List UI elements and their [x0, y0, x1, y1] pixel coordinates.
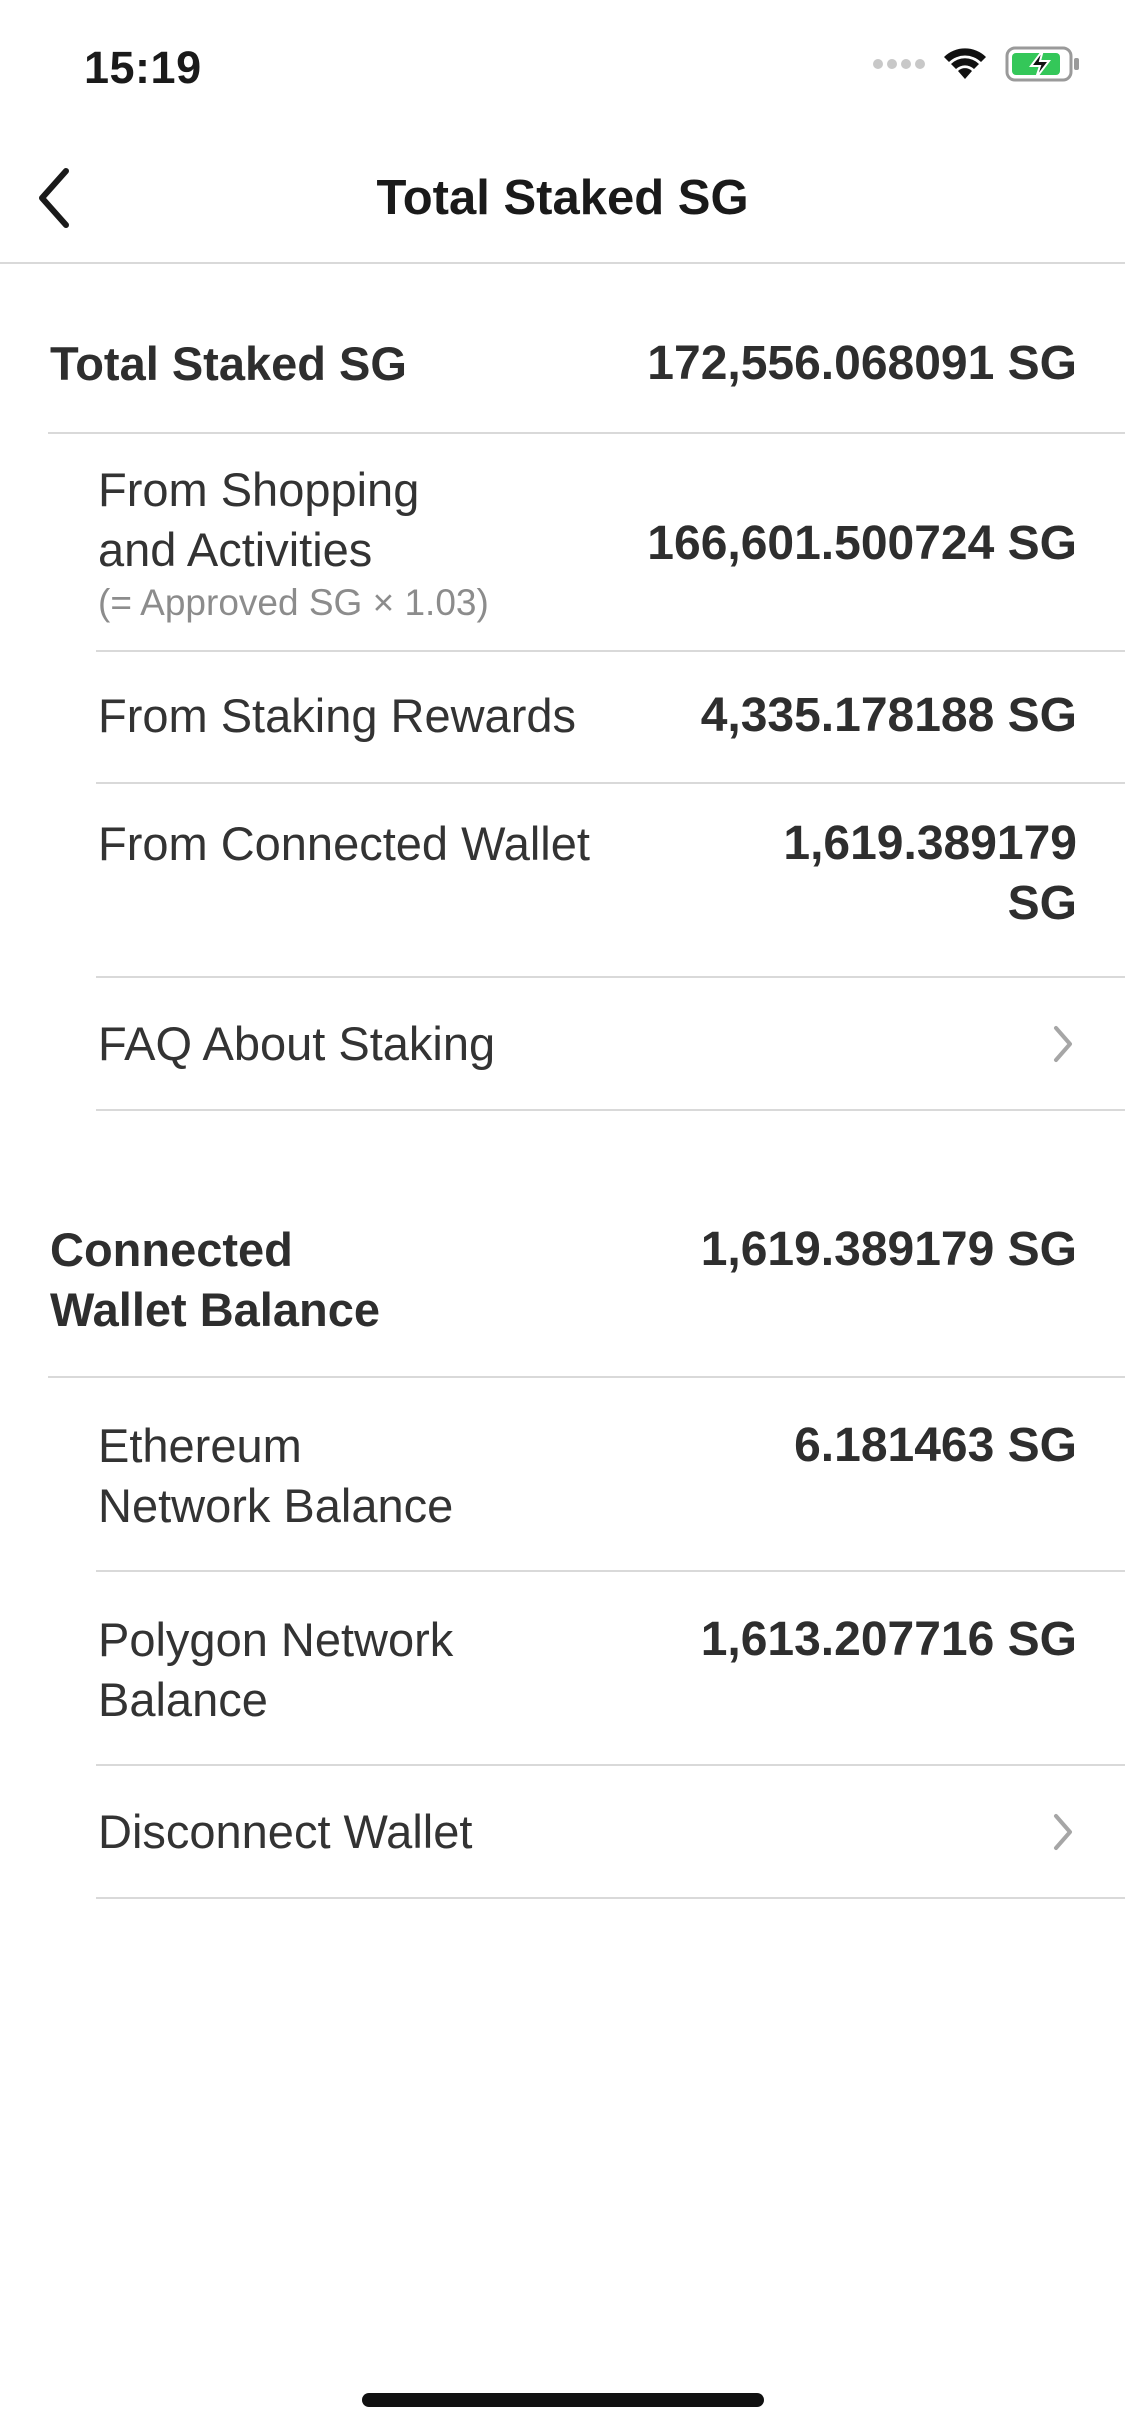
wallet-balance-value: 1,619.389179 SG	[700, 1223, 1077, 1276]
shopping-label-line1: From Shopping	[98, 463, 420, 516]
disconnect-wallet-label: Disconnect Wallet	[98, 1805, 473, 1858]
status-time: 15:19	[84, 42, 202, 93]
faq-staking-label: FAQ About Staking	[98, 1017, 496, 1070]
total-staked-value: 172,556.068091 SG	[647, 337, 1077, 390]
status-bar: 15:19	[0, 0, 1125, 132]
connected-wallet-row: From Connected Wallet 1,619.389179 SG	[96, 784, 1125, 978]
battery-charging-icon	[1005, 46, 1081, 87]
ethereum-value: 6.181463 SG	[794, 1419, 1077, 1472]
wallet-balance-row: Connected Wallet Balance 1,619.389179 SG	[48, 1178, 1125, 1378]
wallet-balance-label-line1: Connected	[50, 1223, 293, 1276]
shopping-note: (= Approved SG × 1.03)	[98, 582, 489, 623]
ethereum-label-line2: Network Balance	[98, 1479, 454, 1532]
page-title: Total Staked SG	[376, 171, 749, 225]
connected-wallet-label: From Connected Wallet	[98, 817, 590, 870]
shopping-value: 166,601.500724 SG	[647, 517, 1077, 570]
rewards-value: 4,335.178188 SG	[700, 689, 1077, 742]
nav-bar: Total Staked SG	[0, 132, 1125, 264]
total-staked-row: Total Staked SG 172,556.068091 SG	[48, 264, 1125, 434]
rewards-label: From Staking Rewards	[98, 689, 576, 742]
rewards-row: From Staking Rewards 4,335.178188 SG	[96, 652, 1125, 784]
shopping-label-line2: and Activities	[98, 523, 373, 576]
status-icons	[873, 46, 1081, 87]
total-staked-label: Total Staked SG	[50, 337, 407, 390]
wifi-icon	[943, 47, 987, 86]
ethereum-row: Ethereum Network Balance 6.181463 SG	[96, 1378, 1125, 1572]
connected-wallet-value-line1: 1,619.389179	[783, 817, 1077, 870]
polygon-label-line2: Balance	[98, 1673, 268, 1726]
chevron-right-icon	[1043, 1024, 1083, 1064]
ethereum-label-line1: Ethereum	[98, 1419, 302, 1472]
signal-dots-icon	[873, 57, 925, 76]
chevron-right-icon	[1043, 1812, 1083, 1852]
home-indicator[interactable]	[362, 2393, 764, 2407]
shopping-row: From Shopping and Activities (= Approved…	[96, 434, 1125, 652]
polygon-row: Polygon Network Balance 1,613.207716 SG	[96, 1572, 1125, 1766]
polygon-label-line1: Polygon Network	[98, 1613, 454, 1666]
disconnect-wallet-row[interactable]: Disconnect Wallet	[96, 1766, 1125, 1899]
connected-wallet-value-line2: SG	[1007, 877, 1077, 930]
wallet-balance-label-line2: Wallet Balance	[50, 1283, 380, 1336]
faq-staking-row[interactable]: FAQ About Staking	[96, 978, 1125, 1111]
polygon-value: 1,613.207716 SG	[700, 1613, 1077, 1666]
